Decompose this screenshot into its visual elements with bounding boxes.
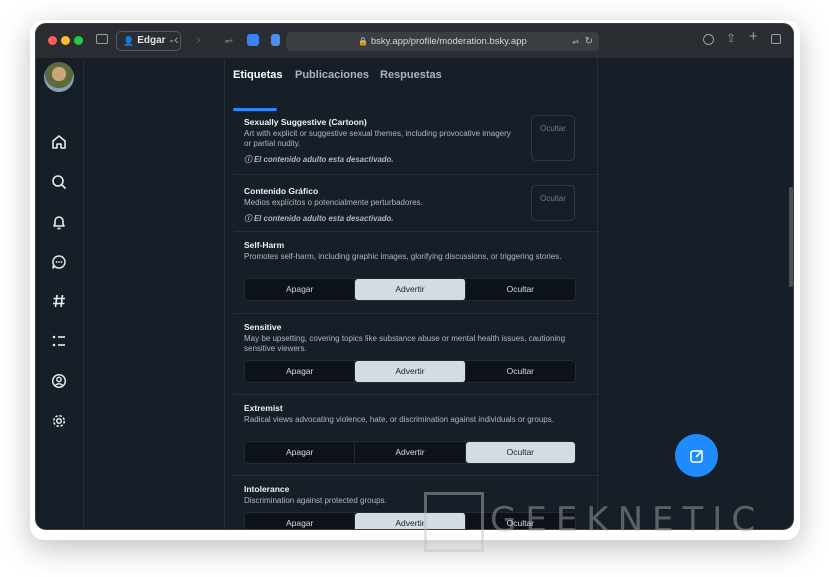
option-ocultar[interactable]: Ocultar [465,442,575,463]
watermark-logo [424,492,484,552]
watermark: GEEKNETIC [490,500,765,540]
label-setting-item: Contenido Gráfico Medios explícitos o po… [234,174,599,232]
translate-icon[interactable]: ⇌ [572,32,579,51]
labels-list: Sexually Suggestive (Cartoon) Art with e… [234,111,599,529]
compose-pencil-icon [689,449,703,463]
label-title: Self-Harm [244,240,285,250]
address-bar[interactable]: 🔒 bsky.app/profile/moderation.bsky.app ⇌… [286,32,599,51]
forward-icon[interactable]: › [196,32,201,46]
label-title: Sexually Suggestive (Cartoon) [244,117,367,127]
divider [83,59,84,529]
adult-content-note: ⓘ El contenido adulto esta desactivado. [244,214,394,223]
profile-name: Edgar [137,35,166,46]
settings-gear-icon[interactable] [49,411,69,431]
new-tab-icon[interactable]: + [749,29,758,44]
tab-overview-icon[interactable] [771,34,781,44]
label-description: May be upsetting, covering topics like s… [244,334,566,353]
option-apagar[interactable]: Apagar [245,279,356,300]
tab-respuestas[interactable]: Respuestas [380,69,442,81]
translate-extension-icon[interactable] [247,34,259,46]
chat-icon[interactable] [49,252,69,272]
hashtag-icon[interactable] [49,291,69,311]
zoom-window-button[interactable] [74,36,83,45]
sidebar-toggle-icon[interactable] [96,34,108,44]
divider [224,59,225,529]
adult-content-note: ⓘ El contenido adulto esta desactivado. [244,155,394,164]
reload-icon[interactable]: ↻ [585,32,593,51]
label-setting-item: Sexually Suggestive (Cartoon) Art with e… [234,107,599,174]
title-bar: 👤 Edgar ⌄ ‹ › ⥵ 🔒 bsky.app/profile/moder… [36,24,793,59]
home-icon[interactable] [49,132,69,152]
tab-etiquetas[interactable]: Etiquetas [233,69,283,81]
option-apagar[interactable]: Apagar [245,361,356,382]
label-setting-item: Self-Harm Promotes self-harm, including … [234,231,599,314]
option-advertir[interactable]: Advertir [355,361,466,382]
search-icon[interactable] [49,172,69,192]
scrollbar[interactable] [789,187,793,287]
option-apagar[interactable]: Apagar [245,513,356,529]
tab-publicaciones[interactable]: Publicaciones [295,69,369,81]
label-title: Contenido Gráfico [244,186,319,196]
option-ocultar[interactable]: Ocultar [466,279,575,300]
profile-switcher-button[interactable]: 👤 Edgar ⌄ [116,31,182,51]
info-icon: ⓘ [244,214,254,223]
back-icon[interactable]: ‹ [174,32,179,46]
option-advertir[interactable]: Advertir [355,279,466,300]
label-description: Art with explicit or suggestive sexual t… [244,129,511,148]
person-icon: 👤 [123,36,135,46]
label-description: Medios explícitos o potencialmente pertu… [244,198,423,207]
minimize-window-button[interactable] [61,36,70,45]
close-window-button[interactable] [48,36,57,45]
download-icon[interactable] [703,34,714,45]
info-icon: ⓘ [244,155,254,164]
visibility-selector: Apagar Advertir Ocultar [244,360,576,383]
share-icon[interactable]: ⇧ [726,32,736,44]
profile-icon[interactable] [49,371,69,391]
profile-tabs: Etiquetas Publicaciones Respuestas [225,59,597,111]
label-setting-item: Sensitive May be upsetting, covering top… [234,313,599,395]
visibility-selector: Apagar Advertir Ocultar [244,441,576,464]
label-title: Sensitive [244,322,282,332]
compose-post-button[interactable] [675,434,718,477]
url-text: bsky.app/profile/moderation.bsky.app [370,36,527,47]
label-setting-item: Extremist Radical views advocating viole… [234,394,599,476]
visibility-selector: Apagar Advertir Ocultar [244,278,576,301]
extension-icon[interactable] [271,34,280,46]
avatar[interactable] [44,62,74,92]
label-description: Radical views advocating violence, hate,… [244,415,554,424]
lock-icon: 🔒 [358,37,369,46]
lists-icon[interactable] [49,331,69,351]
option-apagar[interactable]: Apagar [245,442,356,463]
label-title: Extremist [244,403,283,413]
option-advertir[interactable]: Advertir [355,442,466,463]
ocultar-button: Ocultar [531,115,575,161]
label-title: Intolerance [244,484,290,494]
notifications-bell-icon[interactable] [49,212,69,232]
label-description: Promotes self-harm, including graphic im… [244,252,562,261]
left-navigation [36,59,83,529]
rss-icon[interactable]: ⥵ [225,35,233,47]
option-ocultar[interactable]: Ocultar [466,361,575,382]
ocultar-button: Ocultar [531,185,575,221]
